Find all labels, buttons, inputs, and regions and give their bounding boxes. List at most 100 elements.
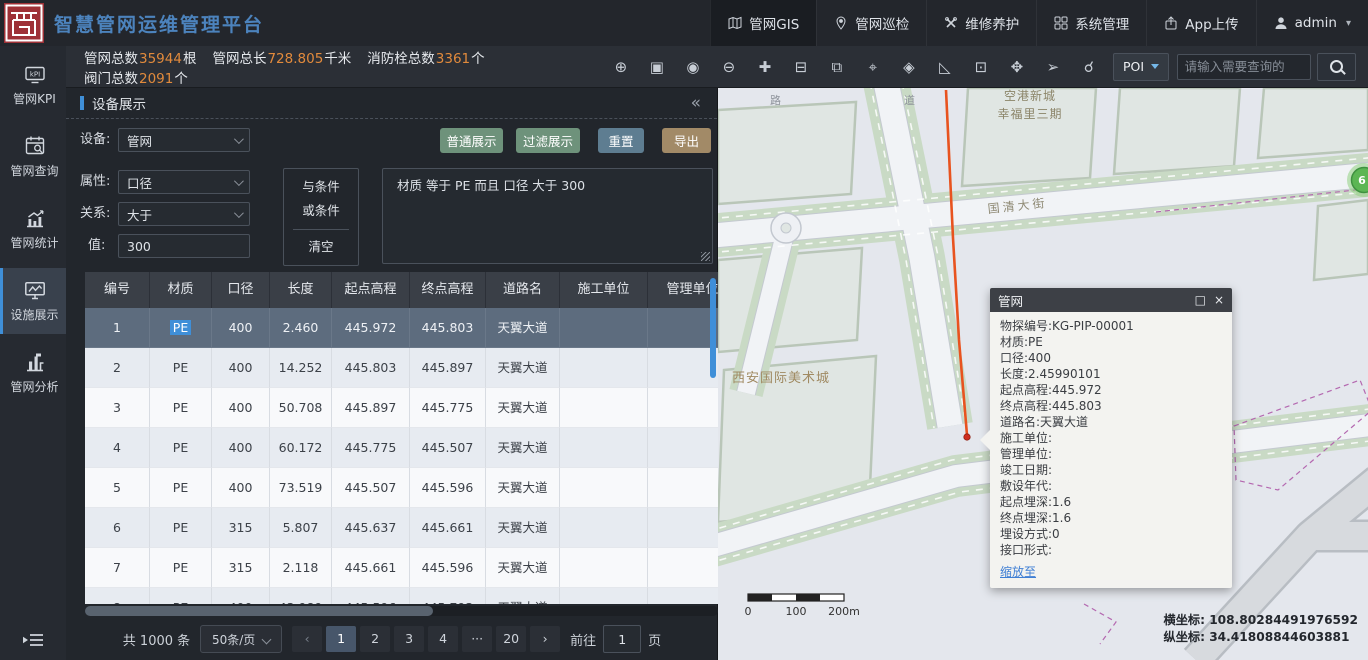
divider bbox=[293, 229, 349, 230]
page-button[interactable]: 3 bbox=[394, 626, 424, 652]
export-button[interactable]: 导出 bbox=[662, 128, 711, 153]
table-cell: 445.507 bbox=[332, 468, 410, 508]
table-row[interactable]: 7PE3152.118445.661445.596天翼大道 bbox=[85, 548, 718, 588]
nav-item[interactable]: 维修养护 bbox=[926, 0, 1036, 46]
nav-item[interactable]: 管网GIS bbox=[710, 0, 816, 46]
clear-condition-button[interactable]: 清空 bbox=[308, 241, 333, 254]
flip-compare-icon[interactable]: ◺ bbox=[936, 58, 953, 76]
popup-field-label: 起点埋深: bbox=[1000, 495, 1052, 509]
or-condition-button[interactable]: 或条件 bbox=[302, 205, 340, 218]
poi-type-select[interactable]: POI bbox=[1113, 53, 1168, 81]
normal-display-button[interactable]: 普通展示 bbox=[440, 128, 503, 153]
table-row[interactable]: 8PE40043.989445.596445.793天翼大道 bbox=[85, 588, 718, 604]
value-input[interactable] bbox=[118, 234, 250, 258]
popup-field-value: 1.6 bbox=[1052, 495, 1071, 509]
nav-item[interactable]: 系统管理 bbox=[1036, 0, 1146, 46]
goto-page-input[interactable] bbox=[603, 625, 641, 653]
popup-field: 管理单位: bbox=[1000, 446, 1222, 462]
table-cell: PE bbox=[150, 388, 212, 428]
page-button[interactable]: 2 bbox=[360, 626, 390, 652]
table-cell: PE bbox=[150, 308, 212, 348]
locate-marker-icon[interactable]: ◉ bbox=[684, 58, 701, 76]
clear-layers-icon[interactable]: ◈ bbox=[900, 58, 917, 76]
table-row[interactable]: 5PE40073.519445.507445.596天翼大道 bbox=[85, 468, 718, 508]
table-cell: 400 bbox=[212, 308, 270, 348]
popup-field-value: KG-PIP-00001 bbox=[1052, 319, 1134, 333]
filter-display-button[interactable]: 过滤展示 bbox=[516, 128, 580, 153]
sidebar-collapse-button[interactable] bbox=[0, 632, 66, 648]
prev-page-button[interactable]: ‹ bbox=[292, 626, 322, 652]
close-icon[interactable]: × bbox=[1214, 294, 1224, 306]
zoom-to-link[interactable]: 缩放至 bbox=[1000, 563, 1036, 580]
popup-field-value: 天翼大道 bbox=[1040, 415, 1088, 429]
table-header-cell: 终点高程 bbox=[410, 272, 486, 308]
add-marker-icon[interactable]: ✚ bbox=[756, 58, 773, 76]
relation-select[interactable]: 大于 bbox=[118, 202, 250, 226]
table-row[interactable]: 3PE40050.708445.897445.775天翼大道 bbox=[85, 388, 718, 428]
table-row[interactable]: 1PE4002.460445.972445.803天翼大道 bbox=[85, 308, 718, 348]
table-cell bbox=[648, 588, 718, 604]
box-select-icon[interactable]: ➢ bbox=[1044, 58, 1061, 76]
popup-field: 材质:PE bbox=[1000, 334, 1222, 350]
popup-field-label: 埋设方式: bbox=[1000, 527, 1052, 541]
page-button[interactable]: 20 bbox=[496, 626, 526, 652]
table-vertical-scrollbar-thumb[interactable] bbox=[710, 278, 716, 378]
x-coord-value: 108.80284491976592 bbox=[1209, 613, 1358, 627]
popup-field-label: 材质: bbox=[1000, 335, 1028, 349]
system-grid-icon bbox=[1054, 16, 1068, 30]
search-button[interactable] bbox=[1317, 53, 1356, 81]
stat-item: 消防栓总数3361个 bbox=[367, 51, 484, 67]
popup-field: 埋设方式:0 bbox=[1000, 526, 1222, 542]
app-title: 智慧管网运维管理平台 bbox=[54, 10, 264, 37]
table-cell bbox=[648, 428, 718, 468]
panel-collapse-button[interactable]: « bbox=[691, 95, 701, 112]
filter-expression-textarea[interactable]: 材质 等于 PE 而且 口径 大于 300 bbox=[382, 168, 713, 264]
table-cell: 445.897 bbox=[332, 388, 410, 428]
kpi-icon: kPI bbox=[24, 63, 46, 85]
horizontal-scrollbar-thumb[interactable] bbox=[85, 606, 433, 616]
map-search-input[interactable] bbox=[1177, 54, 1311, 80]
full-extent-icon[interactable]: ▣ bbox=[648, 58, 665, 76]
copy-map-icon[interactable]: ⧉ bbox=[828, 58, 845, 76]
reset-button[interactable]: 重置 bbox=[598, 128, 644, 153]
identify-query-icon[interactable]: ☌ bbox=[1080, 58, 1097, 76]
nav-item[interactable]: App上传 bbox=[1146, 0, 1255, 46]
attribute-select[interactable]: 口径 bbox=[118, 170, 250, 194]
sidebar-item-管网分析[interactable]: 管网分析 bbox=[0, 340, 66, 406]
table-horizontal-scrollbar[interactable] bbox=[85, 606, 718, 616]
stat-value: 3361 bbox=[435, 51, 471, 67]
table-row[interactable]: 4PE40060.172445.775445.507天翼大道 bbox=[85, 428, 718, 468]
measure-route-icon[interactable]: ⌖ bbox=[864, 58, 881, 76]
sidebar-item-管网查询[interactable]: 管网查询 bbox=[0, 124, 66, 190]
next-page-button[interactable]: › bbox=[530, 626, 560, 652]
table-cell bbox=[560, 428, 648, 468]
user-menu[interactable]: admin▾ bbox=[1256, 0, 1368, 46]
pan-hand-icon[interactable]: ✥ bbox=[1008, 58, 1025, 76]
stat-value: 728.805 bbox=[266, 51, 324, 67]
page-button[interactable]: 4 bbox=[428, 626, 458, 652]
table-row[interactable]: 6PE3155.807445.637445.661天翼大道 bbox=[85, 508, 718, 548]
maximize-icon[interactable]: □ bbox=[1195, 294, 1206, 306]
table-row[interactable]: 2PE40014.252445.803445.897天翼大道 bbox=[85, 348, 718, 388]
svg-text:kPI: kPI bbox=[29, 71, 39, 79]
popup-field-label: 口径: bbox=[1000, 351, 1028, 365]
map-label-art-city: 西安国际美术城 bbox=[732, 371, 830, 386]
page-size-select[interactable]: 50条/页 bbox=[200, 625, 282, 653]
swipe-window-icon[interactable]: ⊡ bbox=[972, 58, 989, 76]
table-cell: 50.708 bbox=[270, 388, 332, 428]
sidebar-item-管网KPI[interactable]: kPI管网KPI bbox=[0, 52, 66, 118]
sidebar-item-设施展示[interactable]: 设施展示 bbox=[0, 268, 66, 334]
table-cell bbox=[560, 388, 648, 428]
print-icon[interactable]: ⊟ bbox=[792, 58, 809, 76]
and-condition-button[interactable]: 与条件 bbox=[302, 181, 340, 194]
remove-marker-icon[interactable]: ⊖ bbox=[720, 58, 737, 76]
zoom-in-icon[interactable]: ⊕ bbox=[612, 58, 629, 76]
table-cell: PE bbox=[150, 588, 212, 604]
page-button[interactable]: 1 bbox=[326, 626, 356, 652]
more-pages-button[interactable]: ··· bbox=[462, 626, 492, 652]
device-select[interactable]: 管网 bbox=[118, 128, 250, 152]
nav-item[interactable]: 管网巡检 bbox=[816, 0, 926, 46]
patrol-pin-icon bbox=[834, 16, 848, 30]
map-canvas[interactable]: 6 空港新城 幸福里三期 国清大街 西安国际美术城 路 道 0 100 200m bbox=[718, 88, 1368, 660]
sidebar-item-管网统计[interactable]: 管网统计 bbox=[0, 196, 66, 262]
